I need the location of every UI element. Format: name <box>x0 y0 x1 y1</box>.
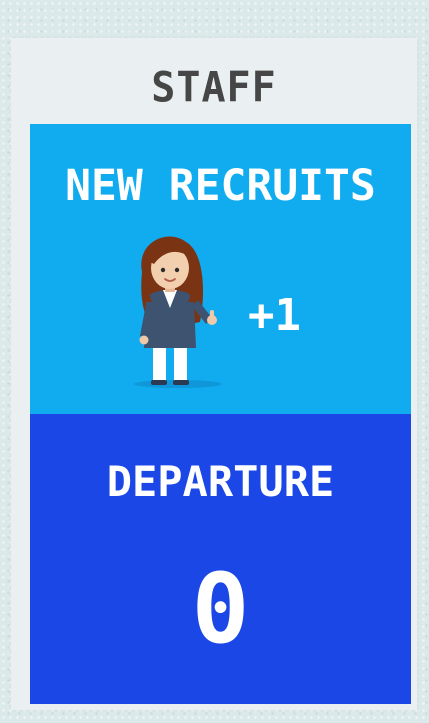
departure-count: 0 <box>191 553 250 665</box>
departure-label: DEPARTURE <box>106 457 335 506</box>
departure-panel: DEPARTURE 0 <box>30 414 411 704</box>
new-recruits-label: NEW RECRUITS <box>65 161 376 211</box>
woman-thumbs-up-icon <box>134 236 222 388</box>
new-recruits-panel: NEW RECRUITS +1 <box>30 124 411 414</box>
new-recruits-count: +1 <box>248 290 301 341</box>
staff-card: STAFF NEW RECRUITS +1 DEPARTURE 0 <box>11 38 417 710</box>
card-title: STAFF <box>151 63 277 113</box>
